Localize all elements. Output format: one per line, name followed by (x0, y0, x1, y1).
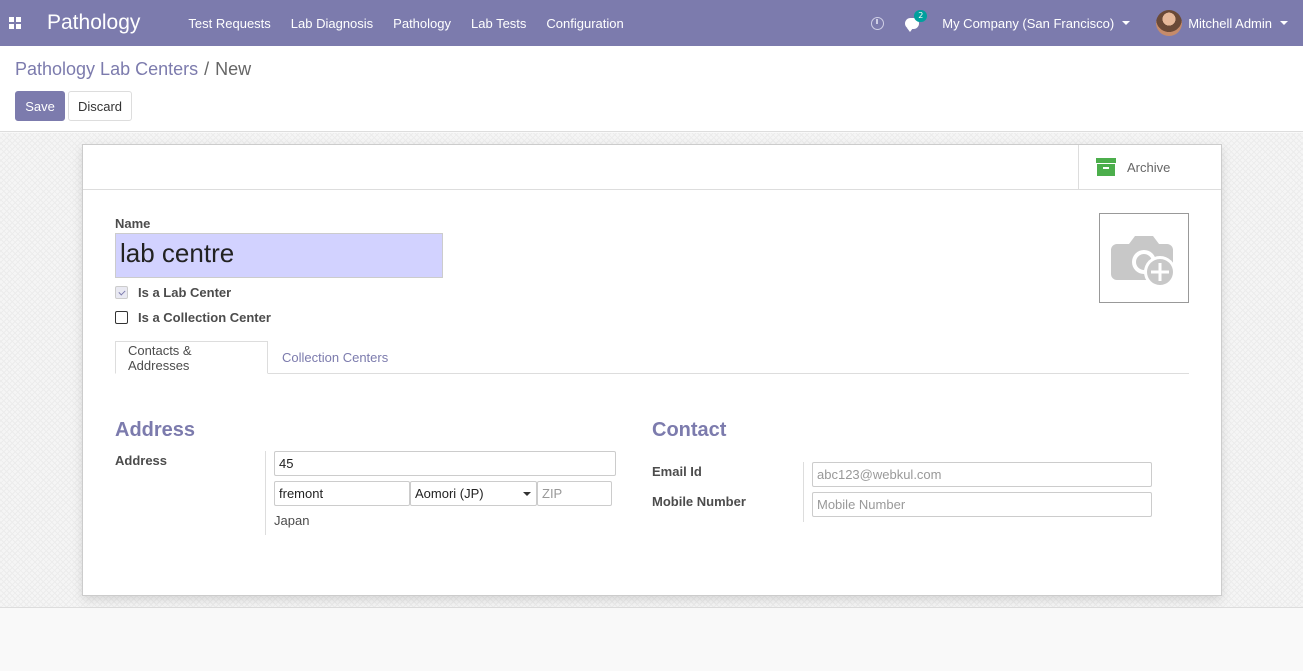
menu-item-test-requests[interactable]: Test Requests (188, 16, 270, 31)
state-value: Aomori (JP) (415, 486, 484, 501)
field-separator (803, 462, 804, 522)
tab-contacts-addresses[interactable]: Contacts & Addresses (115, 341, 268, 374)
mobile-label: Mobile Number (652, 494, 746, 509)
caret-down-icon (523, 492, 531, 496)
contact-section-title: Contact (652, 419, 727, 441)
tab-collection-centers[interactable]: Collection Centers (270, 341, 400, 374)
archive-button[interactable]: Archive (1078, 145, 1221, 189)
name-input[interactable]: lab centre (115, 233, 443, 278)
chat-count-badge: 2 (914, 9, 928, 22)
is-lab-center-row: Is a Lab Center (115, 285, 231, 300)
breadcrumb-separator: / (204, 59, 210, 79)
address-label: Address (115, 453, 168, 468)
email-input[interactable]: abc123@webkul.com (812, 462, 1152, 487)
is-collection-center-label: Is a Collection Center (138, 310, 271, 325)
caret-down-icon (1122, 21, 1131, 25)
app-brand[interactable]: Pathology (47, 11, 140, 35)
top-navbar: Pathology Test Requests Lab Diagnosis Pa… (0, 0, 1303, 46)
control-panel: Pathology Lab Centers / New Save Discard (0, 46, 1303, 132)
street-input[interactable]: 45 (274, 451, 616, 476)
camera-add-icon (1111, 236, 1176, 288)
breadcrumb-parent-link[interactable]: Pathology Lab Centers (15, 59, 198, 79)
is-lab-center-checkbox[interactable] (115, 286, 128, 299)
is-collection-center-row: Is a Collection Center (115, 310, 271, 325)
breadcrumb: Pathology Lab Centers / New (15, 59, 251, 80)
user-name: Mitchell Admin (1188, 15, 1272, 31)
divider (83, 189, 1221, 190)
main-menu: Test Requests Lab Diagnosis Pathology La… (188, 16, 643, 31)
state-select[interactable]: Aomori (JP) (410, 481, 537, 506)
email-label: Email Id (652, 464, 702, 479)
messaging-menu[interactable]: 2 (905, 9, 928, 32)
navbar-systray: 2 My Company (San Francisco) Mitchell Ad… (871, 0, 1303, 46)
activity-clock-icon[interactable] (871, 16, 885, 30)
user-menu[interactable]: Mitchell Admin (1156, 10, 1288, 36)
is-collection-center-checkbox[interactable] (115, 311, 128, 324)
is-lab-center-label: Is a Lab Center (138, 285, 232, 300)
menu-item-configuration[interactable]: Configuration (546, 16, 623, 31)
archive-label: Archive (1127, 159, 1171, 175)
avatar (1156, 10, 1183, 36)
caret-down-icon (1280, 21, 1288, 25)
menu-item-lab-diagnosis[interactable]: Lab Diagnosis (291, 16, 373, 31)
form-sheet: Archive Name lab centre Is a Lab Center … (82, 144, 1222, 596)
city-input[interactable]: fremont (274, 481, 410, 506)
zip-input[interactable]: ZIP (537, 481, 612, 506)
menu-item-pathology[interactable]: Pathology (393, 16, 451, 31)
notebook-tabs: Contacts & Addresses Collection Centers (115, 341, 1189, 374)
breadcrumb-current: New (215, 59, 252, 79)
archive-icon (1096, 158, 1116, 176)
image-upload[interactable] (1099, 213, 1189, 303)
discard-button[interactable]: Discard (68, 91, 132, 121)
name-label: Name (115, 216, 151, 231)
form-background: Archive Name lab centre Is a Lab Center … (0, 133, 1303, 608)
country-value: Japan (274, 513, 310, 528)
mobile-input[interactable]: Mobile Number (812, 492, 1152, 517)
menu-item-lab-tests[interactable]: Lab Tests (471, 16, 526, 31)
apps-menu-icon[interactable] (9, 17, 21, 29)
save-button[interactable]: Save (15, 91, 65, 121)
address-section-title: Address (115, 419, 196, 441)
company-switcher[interactable]: My Company (San Francisco) (942, 15, 1131, 31)
field-separator (265, 451, 266, 535)
company-name: My Company (San Francisco) (942, 15, 1115, 31)
